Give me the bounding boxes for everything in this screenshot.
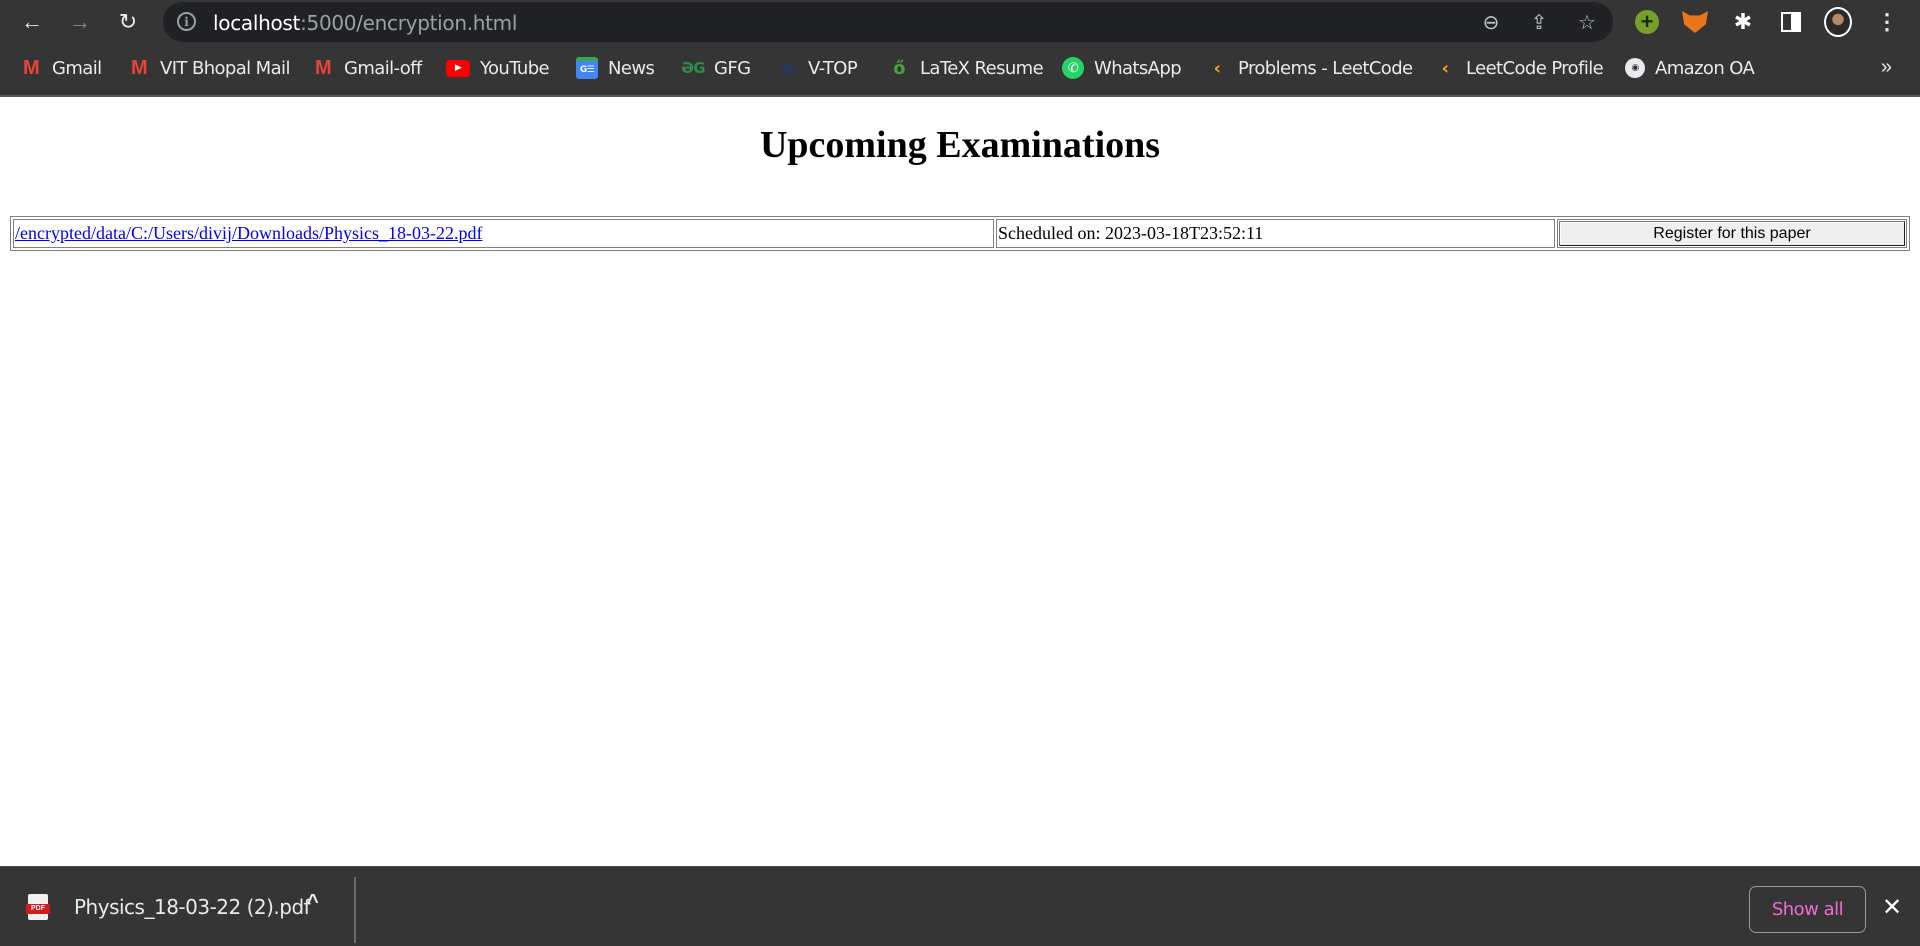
download-item[interactable]: PDF Physics_18-03-22 (2).pdf: [26, 887, 311, 927]
amazon-oa-icon: ◉: [1625, 58, 1645, 78]
bookmark-youtube[interactable]: ▶ YouTube: [446, 54, 550, 82]
back-icon: ←: [21, 9, 43, 34]
reload-icon: ↻: [118, 9, 138, 34]
overleaf-icon: ő: [893, 57, 905, 79]
bookmark-amazon-oa[interactable]: ◉ Amazon OA: [1625, 54, 1755, 82]
register-button[interactable]: Register for this paper: [1559, 221, 1905, 246]
whatsapp-icon: ✆: [1062, 57, 1084, 79]
leetcode-icon: ‹: [1213, 57, 1221, 79]
forward-icon: →: [69, 9, 91, 34]
pdf-file-icon: PDF: [26, 894, 50, 920]
kebab-menu-icon: ⋮: [1876, 9, 1898, 34]
forward-button[interactable]: →: [64, 6, 96, 38]
page-title: Upcoming Examinations: [759, 124, 1161, 166]
exam-file-cell: /encrypted/data/C:/Users/divij/Downloads…: [13, 219, 994, 248]
plus-icon: +: [1635, 10, 1659, 34]
browser-menu-button[interactable]: ⋮: [1873, 8, 1901, 36]
exam-schedule-cell: Scheduled on: 2023-03-18T23:52:11: [996, 219, 1555, 248]
reload-button[interactable]: ↻: [112, 6, 144, 38]
bookmark-problems-leetcode[interactable]: ‹ Problems - LeetCode: [1206, 54, 1414, 82]
gmail-icon: M: [22, 56, 40, 79]
leetcode-icon: ‹: [1441, 57, 1449, 79]
bookmark-vit-bhopal-mail[interactable]: M VIT Bhopal Mail: [128, 54, 290, 82]
close-icon[interactable]: ✕: [1882, 893, 1902, 922]
divider: [354, 877, 356, 943]
bookmark-latex-resume[interactable]: ő LaTeX Resume: [888, 54, 1044, 82]
avatar: [1824, 7, 1852, 37]
bookmark-gfg[interactable]: ƏG GFG: [681, 54, 751, 82]
side-panel-icon: [1781, 12, 1801, 32]
download-bar: PDF Physics_18-03-22 (2).pdf ^ Show all …: [0, 866, 1920, 946]
vtop-icon: ⊛: [780, 58, 794, 78]
gmail-icon: M: [130, 56, 148, 79]
exams-table: /encrypted/data/C:/Users/divij/Downloads…: [10, 216, 1910, 251]
download-file-name: Physics_18-03-22 (2).pdf: [74, 895, 311, 919]
puzzle-icon: ✱: [1733, 9, 1753, 34]
browser-toolbar: ← → ↻ i localhost:5000/encryption.html ⊖…: [0, 0, 1920, 44]
extension-metamask[interactable]: [1681, 8, 1709, 36]
page-content: Upcoming Examinations /encrypted/data/C:…: [0, 99, 1920, 866]
zoom-out-icon[interactable]: ⊖: [1479, 10, 1503, 34]
back-button[interactable]: ←: [16, 6, 48, 38]
exam-pdf-link[interactable]: /encrypted/data/C:/Users/divij/Downloads…: [15, 223, 482, 243]
bookmark-star-icon[interactable]: ☆: [1575, 10, 1599, 34]
download-options-chevron-up-icon[interactable]: ^: [307, 891, 319, 914]
bookmark-gmail[interactable]: M Gmail: [20, 54, 102, 82]
side-panel-button[interactable]: [1777, 8, 1805, 36]
extensions-button[interactable]: ✱: [1729, 8, 1757, 36]
show-all-downloads-button[interactable]: Show all: [1749, 886, 1866, 933]
bookmarks-bar: M Gmail M VIT Bhopal Mail M Gmail-off ▶ YouT…: [0, 48, 1920, 88]
table-row: /encrypted/data/C:/Users/divij/Downloads…: [13, 219, 1907, 248]
metamask-fox-icon: [1682, 11, 1708, 33]
gfg-icon: ƏG: [681, 59, 705, 77]
google-news-icon: G☰: [576, 57, 598, 79]
url-text[interactable]: localhost:5000/encryption.html: [213, 11, 517, 35]
bookmark-leetcode-profile[interactable]: ‹ LeetCode Profile: [1434, 54, 1604, 82]
site-info-icon[interactable]: i: [177, 12, 196, 31]
profile-button[interactable]: [1824, 7, 1852, 37]
extension-green-plus[interactable]: +: [1633, 8, 1661, 36]
bookmark-gmail-off[interactable]: M Gmail-off: [312, 54, 422, 82]
browser-chrome: ← → ↻ i localhost:5000/encryption.html ⊖…: [0, 0, 1920, 97]
youtube-icon: ▶: [446, 59, 470, 77]
bookmark-news[interactable]: G☰ News: [576, 54, 655, 82]
exam-register-cell: Register for this paper: [1557, 219, 1907, 248]
bookmark-whatsapp[interactable]: ✆ WhatsApp: [1062, 54, 1182, 82]
share-icon[interactable]: ⇪: [1527, 10, 1551, 34]
more-bookmarks-button[interactable]: »: [1881, 56, 1892, 79]
bookmark-vtop[interactable]: ⊛ V-TOP: [776, 54, 858, 82]
address-bar[interactable]: i localhost:5000/encryption.html ⊖ ⇪ ☆: [163, 2, 1613, 42]
gmail-icon: M: [314, 56, 332, 79]
